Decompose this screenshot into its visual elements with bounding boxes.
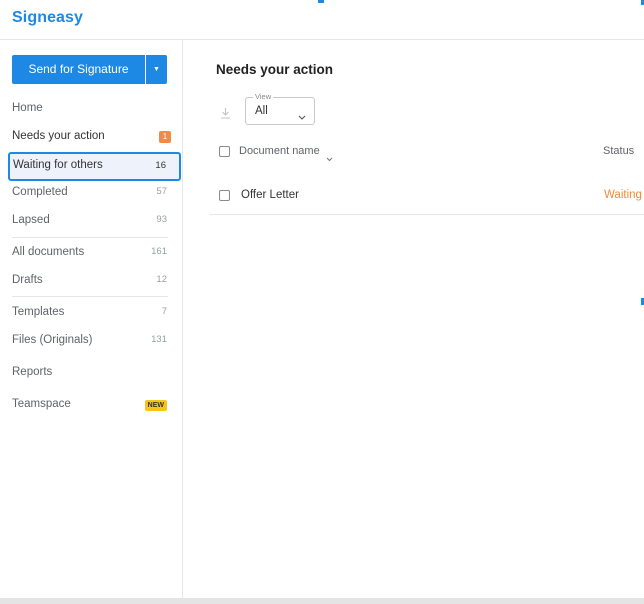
sidebar-item-label: Needs your action: [12, 130, 105, 142]
sidebar-item-needs-your-action[interactable]: Needs your action 1: [0, 123, 183, 151]
sidebar-item-count: 57: [156, 186, 167, 197]
send-options-dropdown[interactable]: ▼: [146, 55, 167, 84]
row-checkbox[interactable]: [219, 190, 230, 201]
top-indicator: [318, 0, 324, 3]
status-text: Waiting: [604, 189, 642, 201]
sidebar-item-label: Files (Originals): [12, 334, 93, 346]
sidebar-item-label: Lapsed: [12, 214, 50, 226]
sidebar-item-label: All documents: [12, 246, 85, 258]
column-header-status: Status: [603, 145, 635, 157]
caret-down-icon: ▼: [153, 66, 160, 73]
select-all-checkbox[interactable]: [219, 146, 230, 157]
sidebar-item-count: 16: [155, 160, 166, 171]
sidebar-item-label: Completed: [12, 186, 68, 198]
download-icon[interactable]: [220, 106, 231, 124]
sidebar-item-label: Templates: [12, 306, 65, 318]
sidebar-item-count: 131: [151, 334, 167, 345]
view-filter-select[interactable]: View All: [245, 92, 315, 126]
sidebar-item-label: Drafts: [12, 274, 43, 286]
sidebar-item-files-originals[interactable]: Files (Originals) 131: [0, 327, 183, 355]
sidebar-item-home[interactable]: Home: [0, 95, 183, 123]
sidebar-item-templates[interactable]: Templates 7: [0, 299, 183, 327]
sidebar-item-label: Waiting for others: [13, 159, 103, 171]
sidebar-item-teamspace[interactable]: Teamspace NEW: [0, 391, 183, 419]
sidebar-item-label: Teamspace: [12, 398, 71, 410]
view-filter-legend: View: [253, 92, 274, 101]
sidebar-item-reports[interactable]: Reports: [0, 359, 183, 387]
sidebar-item-label: Home: [12, 102, 43, 114]
sidebar-item-count: 161: [151, 246, 167, 257]
sidebar-item-all-documents[interactable]: All documents 161: [0, 239, 183, 267]
page-title: Needs your action: [216, 62, 334, 77]
sort-chevron-down-icon[interactable]: [326, 149, 333, 167]
row-divider: [210, 214, 644, 215]
sidebar-item-label: Reports: [12, 366, 53, 378]
sidebar: Send for Signature ▼ Home Needs your act…: [0, 40, 183, 598]
send-for-signature-group: Send for Signature ▼: [12, 55, 167, 84]
column-header-document-name[interactable]: Document name: [239, 145, 320, 157]
sidebar-item-lapsed[interactable]: Lapsed 93: [0, 207, 183, 235]
sidebar-divider: [12, 237, 168, 238]
view-filter-value: All: [255, 105, 268, 117]
sidebar-item-count: 12: [156, 274, 167, 285]
horizontal-scrollbar[interactable]: [0, 598, 644, 604]
send-for-signature-button[interactable]: Send for Signature: [12, 55, 145, 84]
sidebar-item-completed[interactable]: Completed 57: [0, 179, 183, 207]
sidebar-item-count: 7: [161, 306, 167, 317]
top-bar: Signeasy: [0, 0, 644, 40]
count-badge: 1: [159, 131, 171, 143]
sidebar-divider: [12, 296, 168, 297]
main-panel: Needs your action View All Document name…: [184, 40, 644, 598]
new-badge: NEW: [144, 400, 167, 411]
sidebar-item-count: 93: [156, 214, 167, 225]
app-logo[interactable]: Signeasy: [12, 9, 83, 27]
document-name[interactable]: Offer Letter: [241, 189, 299, 201]
sidebar-item-waiting-for-others[interactable]: Waiting for others 16: [8, 152, 181, 181]
chevron-down-icon: [298, 108, 306, 126]
sidebar-item-drafts[interactable]: Drafts 12: [0, 267, 183, 295]
